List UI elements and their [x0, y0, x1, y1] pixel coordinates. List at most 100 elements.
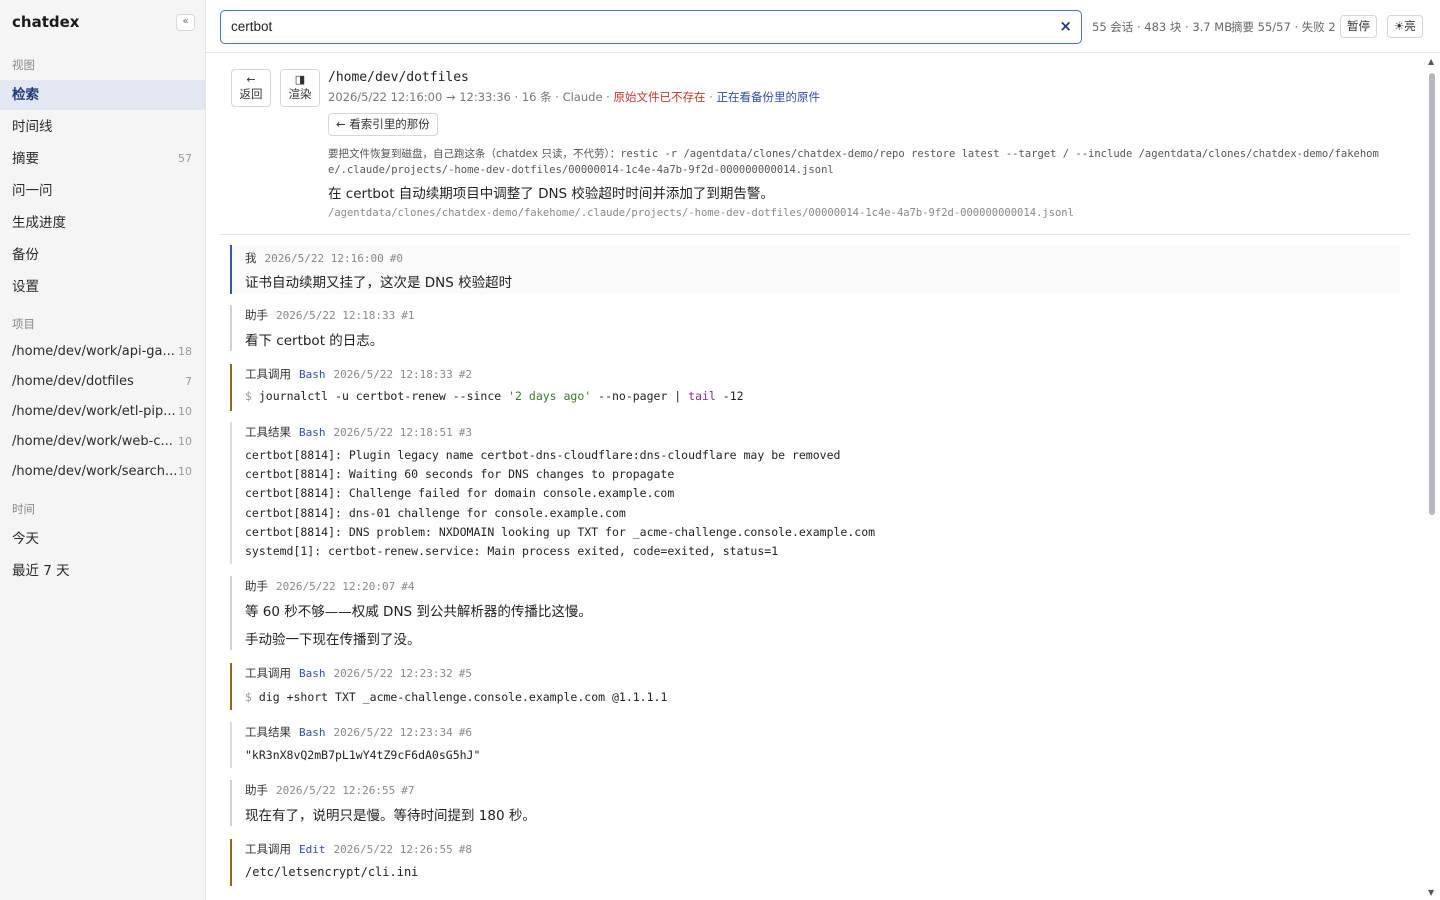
message-role: 助手	[245, 783, 268, 797]
nav-item-count: 57	[178, 152, 192, 165]
nav-item-ask[interactable]: 问一问	[0, 176, 205, 206]
edited-file-path: /etc/letsencrypt/cli.ini	[245, 865, 419, 879]
section-label-time: 时间	[12, 502, 35, 516]
nav-item-label: 生成进度	[12, 215, 66, 231]
sidebar: chatdex « 视图 检索 时间线 摘要 57 问一问 生成进度 备份 设置…	[0, 0, 206, 900]
message-time: 2026/5/22 12:26:55	[333, 843, 453, 856]
project-item-label: /home/dev/dotfiles	[12, 374, 134, 389]
view-indexed-copy-button[interactable]: ← 看索引里的那份	[328, 113, 438, 136]
theme-toggle-button[interactable]: ☀亮	[1387, 15, 1423, 38]
message-time: 2026/5/22 12:16:00	[264, 252, 384, 265]
message-role: 工具调用	[245, 666, 291, 680]
divider	[220, 234, 1410, 235]
nav-item-label: 摘要	[12, 151, 39, 167]
nav-item-today[interactable]: 今天	[0, 524, 205, 554]
message-assistant: 助手 2026/5/22 12:20:07 #4 等 60 秒不够——权威 DNS …	[230, 576, 1400, 650]
message-tool-call: 工具调用 Bash 2026/5/22 12:23:32 #5 $ dig +shor…	[230, 663, 1400, 710]
tool-output-line: systemd[1]: certbot-renew.service: Main …	[245, 544, 779, 558]
pause-button[interactable]: 暂停	[1340, 15, 1377, 38]
shell-prompt: $	[245, 389, 252, 403]
render-button-label: 渲染	[288, 87, 312, 101]
nav-item-label: 设置	[12, 279, 39, 295]
message-assistant: 助手 2026/5/22 12:26:55 #7 现在有了，说明只是慢。等待时间提到…	[230, 780, 1400, 826]
command-part: dig +short TXT _acme-challenge.console.e…	[258, 690, 668, 704]
nav-item-search[interactable]: 检索	[0, 80, 205, 110]
message-header: 工具调用 Bash 2026/5/22 12:18:33 #2	[245, 366, 472, 382]
tool-name: Bash	[299, 667, 326, 680]
message-role: 工具结果	[245, 725, 291, 739]
project-item-count: 10	[178, 465, 192, 478]
message-tool-result: 工具结果 Bash 2026/5/22 12:23:34 #6 "kR3nX8vQ2m…	[230, 722, 1400, 768]
back-button[interactable]: ← 返回	[231, 69, 271, 107]
project-item[interactable]: /home/dev/dotfiles 7	[0, 367, 205, 397]
tool-output-line: certbot[8814]: dns-01 challenge for cons…	[245, 506, 626, 520]
message-index: #6	[458, 726, 472, 739]
message-role: 助手	[245, 308, 268, 322]
nav-item-settings[interactable]: 设置	[0, 272, 205, 302]
message-header: 工具结果 Bash 2026/5/22 12:18:51 #3	[245, 424, 472, 440]
nav-item-summary[interactable]: 摘要 57	[0, 144, 205, 174]
app-title: chatdex	[12, 13, 80, 31]
message-index: #0	[389, 252, 403, 265]
nav-item-label: 今天	[12, 531, 39, 547]
tool-output-line: certbot[8814]: Waiting 60 seconds for DN…	[245, 467, 675, 481]
command-part: journalctl -u certbot-renew --since	[258, 389, 509, 403]
scroll-thumb[interactable]	[1429, 73, 1435, 515]
nav-item-label: 备份	[12, 247, 39, 263]
nav-item-label: 时间线	[12, 119, 53, 135]
command-keyword: tail	[688, 389, 716, 403]
collapse-sidebar-button[interactable]: «	[176, 14, 195, 31]
message-time: 2026/5/22 12:23:32	[333, 667, 453, 680]
nav-item-timeline[interactable]: 时间线	[0, 112, 205, 142]
nav-item-label: 问一问	[12, 183, 53, 199]
message-header: 工具调用 Edit 2026/5/22 12:26:55 #8	[245, 841, 472, 857]
project-item[interactable]: /home/dev/work/web-c... 10	[0, 427, 205, 457]
render-icon: ◨	[294, 73, 306, 86]
command-part: --no-pager |	[591, 389, 689, 403]
nav-item-last-7-days[interactable]: 最近 7 天	[0, 556, 205, 586]
tool-command: $ journalctl -u certbot-renew --since '2…	[245, 387, 744, 406]
message-text: 证书自动续期又挂了，这次是 DNS 校验超时	[245, 275, 513, 291]
message-tool-result: 工具结果 Bash 2026/5/22 12:18:51 #3 certbot[881…	[230, 422, 1400, 564]
project-item-count: 10	[178, 435, 192, 448]
tool-name: Bash	[299, 426, 326, 439]
project-item-label: /home/dev/work/search...	[12, 464, 178, 479]
render-button[interactable]: ◨ 渲染	[280, 69, 320, 107]
clear-search-icon[interactable]: ×	[1059, 18, 1072, 35]
session-file-path: /agentdata/clones/chatdex-demo/fakehome/…	[328, 207, 1074, 219]
message-time: 2026/5/22 12:20:07	[276, 580, 396, 593]
message-assistant: 助手 2026/5/22 12:18:33 #1 看下 certbot 的日志。	[230, 305, 1400, 351]
scroll-up-icon[interactable]: ▲	[1428, 57, 1434, 66]
message-header: 工具结果 Bash 2026/5/22 12:23:34 #6	[245, 724, 472, 740]
scroll-down-icon[interactable]: ▼	[1428, 888, 1434, 897]
section-label-projects: 项目	[12, 317, 35, 331]
message-role: 助手	[245, 579, 268, 593]
message-header: 工具调用 Bash 2026/5/22 12:23:32 #5	[245, 665, 472, 681]
message-text: 看下 certbot 的日志。	[245, 333, 384, 349]
tool-output-line: certbot[8814]: Challenge failed for doma…	[245, 486, 675, 500]
project-item[interactable]: /home/dev/work/api-ga... 18	[0, 337, 205, 367]
search-input[interactable]	[231, 11, 1041, 42]
nav-item-backup[interactable]: 备份	[0, 240, 205, 270]
message-header: 助手 2026/5/22 12:18:33 #1	[245, 307, 414, 323]
tool-output-line: "kR3nX8vQ2mB7pL1wY4tZ9cF6dA0sG5hJ"	[245, 748, 481, 762]
message-index: #7	[401, 784, 415, 797]
message-index: #8	[458, 843, 472, 856]
message-index: #2	[458, 368, 472, 381]
message-text: 等 60 秒不够——权威 DNS 到公共解析器的传播比这慢。	[245, 604, 592, 620]
message-header: 助手 2026/5/22 12:20:07 #4	[245, 578, 414, 594]
message-tool-call: 工具调用 Bash 2026/5/22 12:18:33 #2 $ journalct…	[230, 364, 1400, 411]
project-item[interactable]: /home/dev/work/search... 10	[0, 457, 205, 487]
search-box: ×	[220, 10, 1082, 44]
scrollbar[interactable]: ▲ ▼	[1426, 57, 1438, 897]
message-time: 2026/5/22 12:23:34	[333, 726, 453, 739]
tool-name: Bash	[299, 368, 326, 381]
shell-prompt: $	[245, 690, 252, 704]
project-item-label: /home/dev/work/etl-pip...	[12, 404, 176, 419]
message-header: 助手 2026/5/22 12:26:55 #7	[245, 782, 414, 798]
viewing-backup-link[interactable]: 正在看备份里的原件	[716, 90, 820, 104]
message-tool-call: 工具调用 Edit 2026/5/22 12:26:55 #8 /etc/letsen…	[230, 839, 1400, 886]
restore-note: 要把文件恢复到磁盘，自己跑这条（chatdex 只读，不代劳）：restic -…	[328, 146, 1392, 178]
nav-item-progress[interactable]: 生成进度	[0, 208, 205, 238]
project-item[interactable]: /home/dev/work/etl-pip... 10	[0, 397, 205, 427]
